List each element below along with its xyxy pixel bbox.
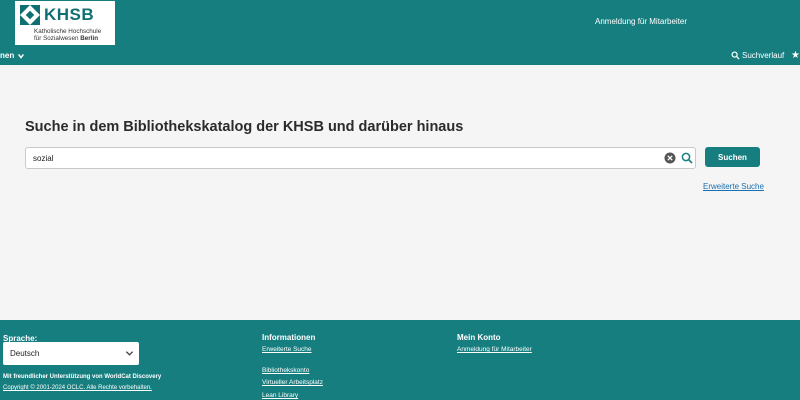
copyright-link[interactable]: Copyright © 2001-2024 OCLC. Alle Rechte … [3,385,152,391]
star-icon[interactable]: ★ [791,50,800,61]
search-icon [731,51,740,60]
footer-link-virtual-workspace[interactable]: Virtueller Arbeitsplatz [262,379,323,386]
logo-title: KHSB [44,5,95,24]
chevron-down-icon [125,351,134,356]
footer-link-advanced-search[interactable]: Erweiterte Suche [262,346,312,353]
support-text: Mit freundlicher Unterstützung von World… [3,374,162,380]
language-select[interactable]: Deutsch [3,342,139,365]
logo-mark-icon [20,5,40,25]
chevron-down-icon [18,53,25,59]
search-history-label: Suchverlauf [742,51,785,60]
advanced-search-link[interactable]: Erweiterte Suche [703,182,764,191]
khsb-logo[interactable]: KHSB Katholische Hochschule für Sozialwe… [15,1,115,45]
account-heading: Mein Konto [457,333,501,342]
logo-subtitle-line1: Katholische Hochschule [34,28,102,35]
footer-link-library-account[interactable]: Bibliothekskonto [262,367,309,374]
search-box [25,147,696,169]
clear-icon[interactable] [664,152,676,164]
nav-menu-label: nen [0,51,15,60]
logo-subtitle-line2: für Sozialwesen Berlin [34,35,99,42]
language-value: Deutsch [10,349,40,358]
search-button[interactable]: Suchen [705,147,760,167]
site-header: KHSB Katholische Hochschule für Sozialwe… [0,0,800,65]
page-title: Suche in dem Bibliothekskatalog der KHSB… [25,119,464,135]
nav-menu-dropdown[interactable]: nen [0,51,25,60]
staff-login-link[interactable]: Anmeldung für Mitarbeiter [595,17,687,26]
search-icon[interactable] [681,152,693,164]
nav-bar: nen Suchverlauf ★ [0,49,800,65]
footer-link-lean-library[interactable]: Lean Library [262,392,298,399]
search-history-link[interactable]: Suchverlauf [731,51,784,60]
site-footer: Sprache: Deutsch Mit freundlicher Unters… [0,320,800,400]
footer-link-staff-login[interactable]: Anmeldung für Mitarbeiter [457,346,532,353]
info-heading: Informationen [262,333,316,342]
search-input[interactable] [33,152,633,165]
